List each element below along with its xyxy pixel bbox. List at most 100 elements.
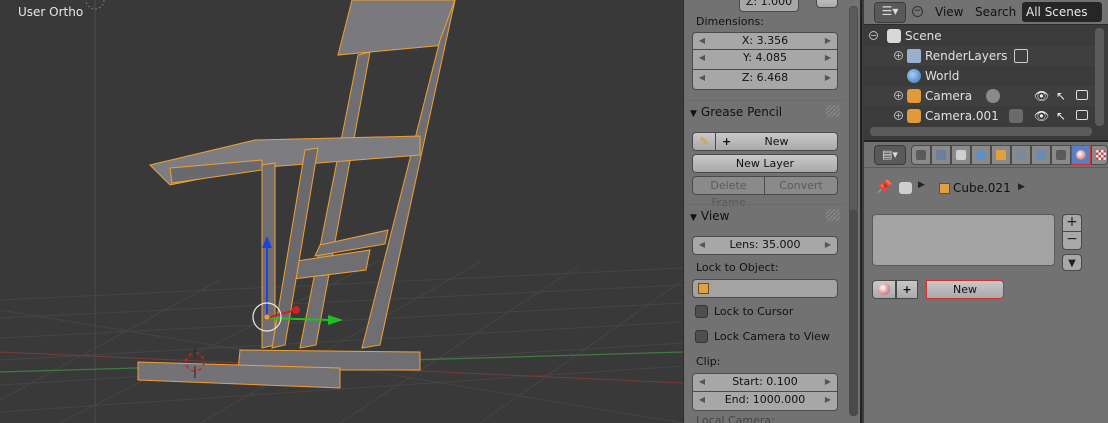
browse-material-button[interactable] bbox=[872, 280, 896, 299]
render-layers-icon bbox=[936, 150, 946, 160]
constraints-tab[interactable] bbox=[1011, 145, 1031, 165]
outliner-row-scene[interactable]: − Scene bbox=[864, 26, 1096, 46]
select-cursor-icon[interactable]: ↖ bbox=[1056, 106, 1066, 126]
add-slot-button[interactable]: + bbox=[1062, 214, 1082, 232]
grease-pencil-panel-header[interactable]: ▼ Grease Pencil bbox=[684, 100, 845, 122]
lock-to-cursor-checkbox[interactable] bbox=[695, 305, 708, 318]
outliner-editor[interactable]: ☰▾ − View Search All Scenes − Scene + Re… bbox=[864, 0, 1108, 140]
scene-tab[interactable] bbox=[951, 145, 971, 165]
collapse-menu-icon[interactable]: − bbox=[912, 6, 923, 17]
expand-icon[interactable]: + bbox=[894, 51, 903, 60]
panel-drag-grip-icon[interactable] bbox=[826, 105, 840, 117]
render-camera-icon[interactable] bbox=[1076, 110, 1088, 120]
editor-type-button[interactable]: ☰▾ bbox=[874, 2, 906, 23]
decrement-arrow-icon[interactable]: ◀ bbox=[697, 374, 707, 390]
viewport-scene bbox=[0, 0, 683, 423]
decrement-arrow-icon[interactable]: ◀ bbox=[697, 237, 707, 253]
scrollbar-thumb[interactable] bbox=[849, 210, 858, 416]
data-tab[interactable] bbox=[1051, 145, 1071, 165]
clip-end-field[interactable]: ◀ End: 1000.000 ▶ bbox=[692, 392, 838, 411]
plus-icon: + bbox=[902, 283, 912, 296]
decrement-arrow-icon[interactable]: ◀ bbox=[697, 50, 707, 66]
decrement-arrow-icon[interactable]: ◀ bbox=[697, 392, 707, 408]
cube-object-icon bbox=[939, 183, 950, 194]
material-tab[interactable] bbox=[1071, 145, 1091, 165]
visibility-eye-icon[interactable]: 👁 bbox=[1034, 86, 1049, 106]
rotation-z-field-partial[interactable]: Z: 1.000 bbox=[739, 0, 799, 12]
modifiers-tab[interactable] bbox=[1031, 145, 1051, 165]
properties-editor[interactable]: ▤▾ 📌 ▶ Cube.021 ▶ + − ▼ + New bbox=[864, 140, 1108, 423]
texture-tab[interactable] bbox=[1091, 145, 1108, 165]
panel-drag-grip-icon[interactable] bbox=[826, 209, 840, 221]
display-mode-select[interactable]: All Scenes bbox=[1022, 2, 1102, 22]
dimensions-label: Dimensions: bbox=[696, 15, 764, 28]
world-tab[interactable] bbox=[971, 145, 991, 165]
increment-arrow-icon[interactable]: ▶ bbox=[823, 50, 833, 66]
dropdown-arrow-icon: ▼ bbox=[1068, 258, 1076, 269]
increment-arrow-icon[interactable]: ▶ bbox=[823, 237, 833, 253]
editor-type-button[interactable]: ▤▾ bbox=[874, 145, 906, 165]
clip-start-field[interactable]: ◀ Start: 0.100 ▶ bbox=[692, 373, 838, 392]
scene-icon bbox=[899, 182, 912, 194]
grease-pencil-draw-button[interactable]: ✎ bbox=[692, 132, 716, 151]
outliner-horizontal-scrollbar[interactable] bbox=[870, 127, 1092, 136]
outliner-row-renderlayers[interactable]: + RenderLayers bbox=[864, 46, 1096, 66]
new-material-plus-button[interactable]: + bbox=[896, 280, 918, 299]
remove-slot-button[interactable]: − bbox=[1062, 232, 1082, 250]
increment-arrow-icon[interactable]: ▶ bbox=[823, 33, 833, 49]
decrement-arrow-icon[interactable]: ◀ bbox=[697, 70, 707, 86]
texture-checker-icon bbox=[1096, 150, 1106, 160]
properties-shelf[interactable]: Z: 1.000 Dimensions: ◀ X: 3.356 ▶ ◀ Y: 4… bbox=[683, 0, 845, 423]
view-menu[interactable]: View bbox=[935, 5, 963, 19]
viewport-view-label: User Ortho bbox=[18, 5, 84, 19]
render-layers-tab[interactable] bbox=[931, 145, 951, 165]
lock-to-object-label: Lock to Object: bbox=[696, 261, 779, 274]
outliner-row-world[interactable]: World bbox=[864, 66, 1096, 86]
expand-icon[interactable]: + bbox=[894, 91, 903, 100]
outliner-editor-icon: ☰▾ bbox=[881, 4, 899, 18]
lock-to-object-field[interactable] bbox=[692, 279, 838, 298]
collapse-icon[interactable]: − bbox=[869, 31, 878, 40]
dimension-z-field[interactable]: ◀ Z: 6.468 ▶ bbox=[692, 70, 838, 90]
chain-link-icon bbox=[1016, 150, 1026, 160]
collapse-triangle-icon: ▼ bbox=[690, 213, 697, 223]
material-slot-list[interactable] bbox=[872, 214, 1055, 266]
view-panel-header[interactable]: ▼ View bbox=[684, 204, 845, 226]
outliner-row-camera[interactable]: + Camera 👁 ↖ bbox=[864, 86, 1096, 106]
increment-arrow-icon[interactable]: ▶ bbox=[823, 70, 833, 86]
properties-header: ▤▾ bbox=[864, 142, 1108, 168]
3d-viewport[interactable]: User Ortho bbox=[0, 0, 683, 423]
lens-field[interactable]: ◀ Lens: 35.000 ▶ bbox=[692, 236, 838, 255]
scene-icon bbox=[887, 29, 901, 43]
properties-shelf-scrollbar[interactable] bbox=[845, 0, 862, 423]
dimension-y-field[interactable]: ◀ Y: 4.085 ▶ bbox=[692, 50, 838, 70]
local-camera-label: Local Camera: bbox=[696, 414, 775, 423]
increment-arrow-icon[interactable]: ▶ bbox=[823, 392, 833, 408]
pin-icon[interactable]: 📌 bbox=[876, 180, 892, 195]
new-material-button[interactable]: New bbox=[926, 280, 1004, 299]
breadcrumb-arrow-icon: ▶ bbox=[1018, 182, 1025, 192]
outliner-row-camera-001[interactable]: + Camera.001 👁 ↖ bbox=[864, 106, 1096, 126]
render-tab[interactable] bbox=[911, 145, 931, 165]
world-icon bbox=[907, 69, 921, 83]
lock-toggle-button[interactable] bbox=[816, 0, 838, 8]
dimension-x-field[interactable]: ◀ X: 3.356 ▶ bbox=[692, 32, 838, 50]
grease-pencil-new-button[interactable]: + New bbox=[715, 132, 838, 151]
select-cursor-icon[interactable]: ↖ bbox=[1056, 86, 1066, 106]
outliner-vertical-scrollbar[interactable] bbox=[1095, 28, 1104, 126]
material-sphere-icon bbox=[878, 283, 890, 295]
render-layer-data-icon bbox=[1014, 49, 1028, 63]
decrement-arrow-icon[interactable]: ◀ bbox=[697, 33, 707, 49]
delete-frame-button[interactable]: Delete Frame bbox=[692, 176, 765, 209]
lock-camera-to-view-checkbox[interactable] bbox=[695, 330, 708, 343]
new-layer-button[interactable]: New Layer bbox=[692, 154, 838, 173]
convert-button[interactable]: Convert bbox=[764, 176, 838, 195]
expand-icon[interactable]: + bbox=[894, 111, 903, 120]
search-menu[interactable]: Search bbox=[975, 5, 1016, 19]
object-tab[interactable] bbox=[991, 145, 1011, 165]
lock-to-cursor-label: Lock to Cursor bbox=[714, 305, 794, 318]
visibility-eye-icon[interactable]: 👁 bbox=[1034, 106, 1049, 126]
slot-specials-menu[interactable]: ▼ bbox=[1062, 254, 1082, 271]
render-camera-icon[interactable] bbox=[1076, 90, 1088, 100]
increment-arrow-icon[interactable]: ▶ bbox=[823, 374, 833, 390]
